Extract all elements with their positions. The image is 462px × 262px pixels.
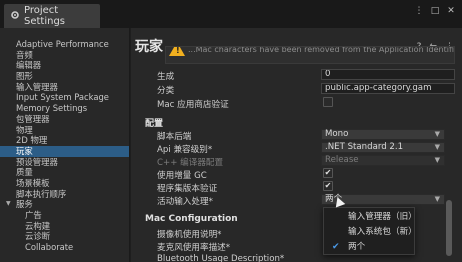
active-input-popup-menu: 输入管理器（旧） 输入系统包（新） ✔ 两个 bbox=[323, 207, 417, 255]
assembly-validation-label: 程序集版本验证 bbox=[157, 184, 218, 194]
warning-text: ...Mac characters have been removed from… bbox=[188, 46, 455, 54]
sidebar-item[interactable]: 输入管理器 bbox=[0, 82, 129, 93]
expand-arrow-icon[interactable]: ▼ bbox=[6, 199, 11, 210]
kebab-menu-icon[interactable]: ⋮ bbox=[414, 6, 424, 16]
sidebar-item[interactable]: Memory Settings bbox=[0, 103, 129, 114]
sidebar-item[interactable]: 物理 bbox=[0, 125, 129, 136]
cpp-config-dropdown: Release ▼ bbox=[321, 155, 445, 166]
close-icon[interactable]: ✕ bbox=[446, 6, 456, 16]
sidebar-item[interactable]: 音频 bbox=[0, 50, 129, 61]
chevron-down-icon: ▼ bbox=[434, 143, 440, 151]
mac-config-section-header: Mac Configuration bbox=[145, 214, 238, 224]
window-title: Project Settings bbox=[24, 5, 66, 27]
popup-option-both[interactable]: ✔ 两个 bbox=[324, 240, 416, 254]
category-field[interactable]: public.app-category.gam bbox=[321, 83, 455, 94]
scrollbar-thumb[interactable] bbox=[446, 200, 452, 256]
page-title: 玩家 bbox=[135, 39, 163, 55]
api-level-label: Api 兼容级别* bbox=[157, 145, 213, 155]
sidebar-item[interactable]: 包管理器 bbox=[0, 114, 129, 125]
scripting-backend-label: 脚本后端 bbox=[157, 132, 192, 142]
sidebar-item[interactable]: ▼ 服务 bbox=[0, 199, 129, 210]
sidebar-item[interactable]: 广告 bbox=[0, 210, 129, 221]
sidebar-item[interactable]: 脚本执行顺序 bbox=[0, 189, 129, 200]
chevron-down-icon: ▼ bbox=[434, 130, 440, 138]
incremental-gc-checkbox[interactable]: ✔ bbox=[323, 168, 333, 178]
sidebar-item[interactable]: Input System Package bbox=[0, 92, 129, 103]
sidebar-item-label: 服务 bbox=[16, 199, 33, 210]
sidebar-item[interactable]: 2D 物理 bbox=[0, 135, 129, 146]
active-input-label: 活动输入处理* bbox=[157, 197, 213, 207]
mac-store-checkbox[interactable] bbox=[323, 97, 333, 107]
build-field[interactable]: 0 bbox=[321, 69, 455, 80]
sidebar-item[interactable]: 云构建 bbox=[0, 221, 129, 232]
window-tab[interactable]: Project Settings bbox=[4, 4, 100, 28]
build-label: 生成 bbox=[157, 72, 175, 82]
sidebar-item[interactable]: 预设管理器 bbox=[0, 157, 129, 168]
incremental-gc-label: 使用增量 GC bbox=[157, 171, 207, 181]
scrollbar[interactable] bbox=[445, 72, 453, 262]
warning-box: ! ...Mac characters have been removed fr… bbox=[165, 46, 455, 64]
popup-option-input-manager[interactable]: 输入管理器（旧） bbox=[324, 210, 417, 224]
settings-sidebar: Adaptive Performance 音频 编辑器 图形 输入管理器 Input Sy… bbox=[0, 28, 130, 262]
chevron-down-icon: ▼ bbox=[434, 156, 440, 164]
maximize-icon[interactable]: □ bbox=[430, 6, 440, 16]
config-section-header: 配置 bbox=[145, 119, 164, 129]
mac-store-label: Mac 应用商店验证 bbox=[157, 100, 229, 110]
api-level-dropdown[interactable]: .NET Standard 2.1 ▼ bbox=[321, 142, 445, 153]
sidebar-item[interactable]: 编辑器 bbox=[0, 60, 129, 71]
chevron-down-icon: ▼ bbox=[434, 195, 440, 203]
mic-usage-label: 麦克风使用率描述* bbox=[157, 243, 231, 253]
popup-option-input-system[interactable]: 输入系统包（新） bbox=[324, 225, 417, 239]
settings-gear-icon bbox=[10, 10, 20, 23]
window-titlebar: Project Settings ⋮ □ ✕ bbox=[0, 0, 462, 28]
cpp-config-label: C++ 编译器配置 bbox=[157, 158, 224, 168]
sidebar-item[interactable]: 图形 bbox=[0, 71, 129, 82]
sidebar-item[interactable]: 玩家 bbox=[0, 145, 129, 157]
sidebar-item[interactable]: 云诊断 bbox=[0, 231, 129, 242]
scripting-backend-dropdown[interactable]: Mono ▼ bbox=[321, 129, 445, 140]
checkmark-icon: ✔ bbox=[332, 242, 340, 252]
camera-usage-label: 摄像机使用说明* bbox=[157, 230, 222, 240]
sidebar-list: Adaptive Performance 音频 编辑器 图形 输入管理器 Input Sy… bbox=[0, 39, 129, 253]
sidebar-item[interactable]: 场景模板 bbox=[0, 178, 129, 189]
sidebar-item[interactable]: Collaborate bbox=[0, 242, 129, 253]
sidebar-item[interactable]: Adaptive Performance bbox=[0, 39, 129, 50]
bluetooth-usage-label: Bluetooth Usage Description* bbox=[157, 254, 285, 262]
sidebar-item[interactable]: 质量 bbox=[0, 167, 129, 178]
assembly-validation-checkbox[interactable]: ✔ bbox=[323, 181, 333, 191]
category-label: 分类 bbox=[157, 86, 175, 96]
